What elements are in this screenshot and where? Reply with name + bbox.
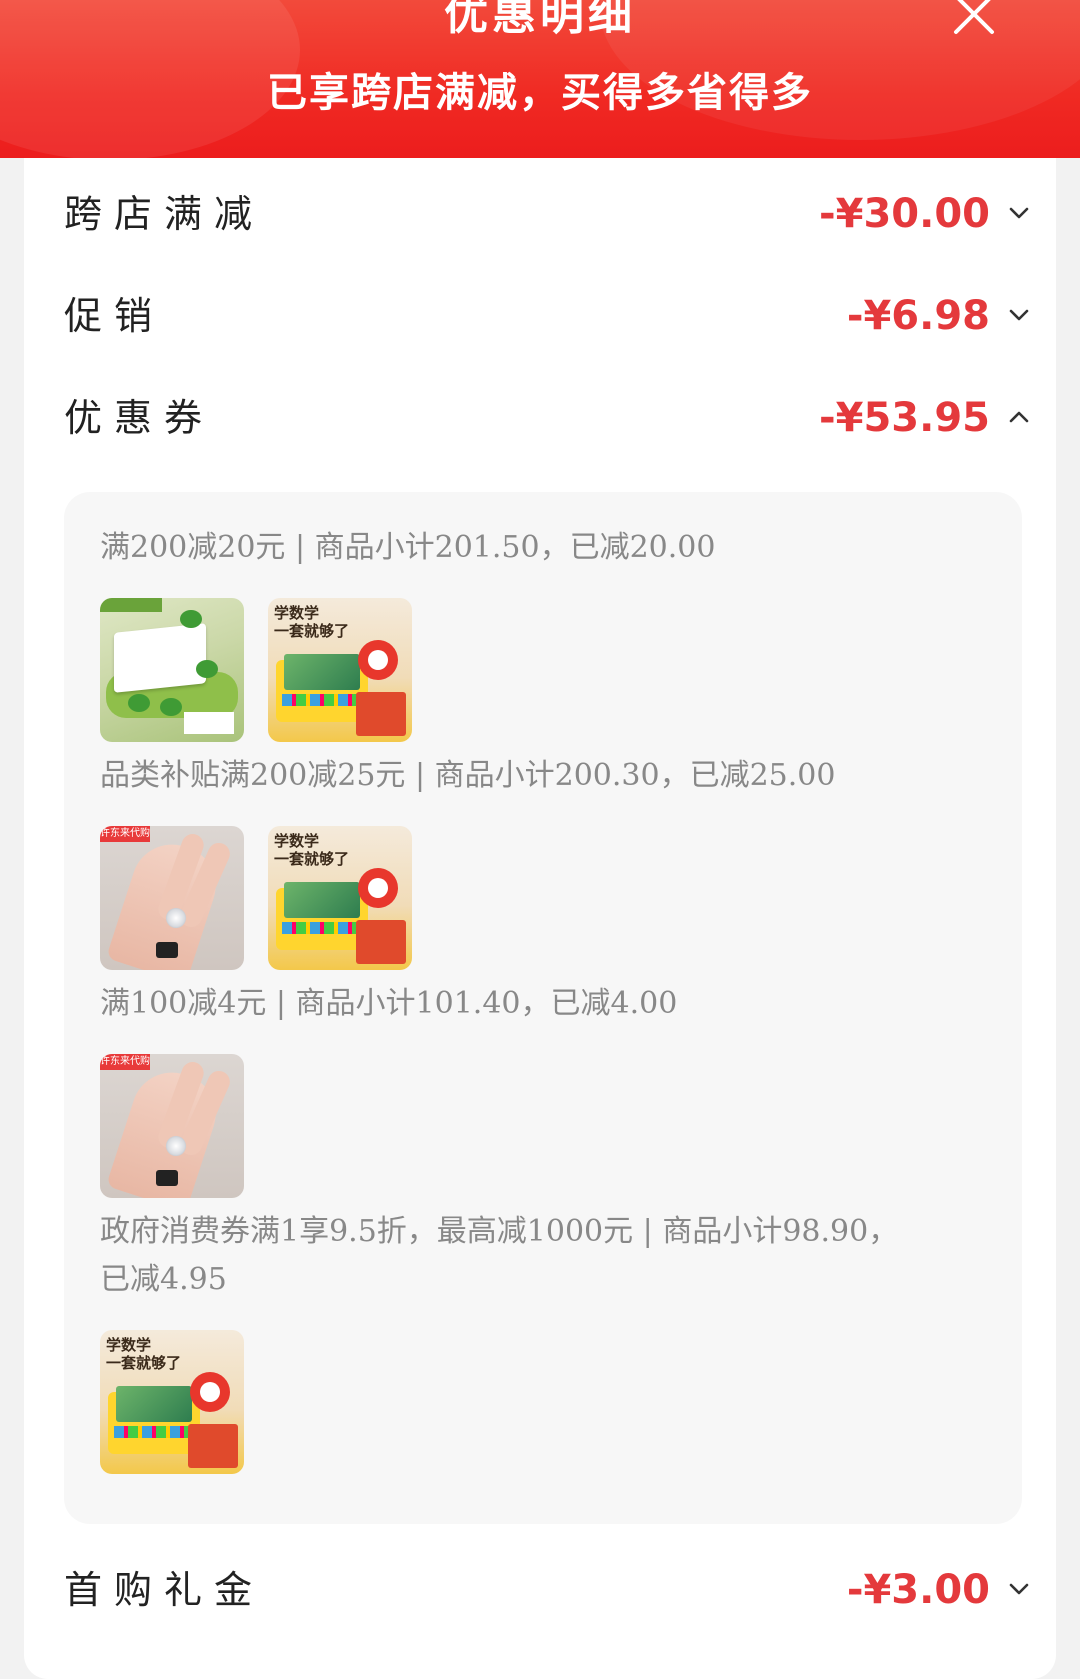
row-amount: -¥53.95: [819, 395, 990, 441]
toy-product-thumbnail[interactable]: [100, 598, 244, 742]
row-label: 首购礼金: [64, 1568, 265, 1612]
discount-detail-header: 优惠明细 已享跨店满减，买得多省得多: [0, 0, 1080, 158]
coupon-rule-text: 满100减4元 | 商品小计101.40，已减4.00: [100, 986, 678, 1021]
math-game-product-thumbnail[interactable]: 学数学 一套就够了: [268, 826, 412, 970]
row-promotion[interactable]: 促销 -¥6.98: [64, 276, 1034, 356]
chevron-down-icon[interactable]: [1004, 198, 1034, 228]
math-game-product-thumbnail[interactable]: 学数学 一套就够了: [268, 598, 412, 742]
row-amount: -¥30.00: [819, 191, 990, 237]
row-label: 促销: [64, 294, 165, 338]
math-game-product-thumbnail[interactable]: 学数学 一套就够了: [100, 1330, 244, 1474]
coupon-detail-panel: 满200减20元 | 商品小计201.50，已减20.00 学数学 一套就够了 …: [64, 492, 1022, 1524]
ring-product-thumbnail[interactable]: 许东来代购: [100, 826, 244, 970]
page-title: 优惠明细: [444, 0, 636, 40]
coupon-rule-text: 品类补贴满200减25元 | 商品小计200.30，已减25.00: [100, 758, 836, 793]
row-coupon[interactable]: 优惠券 -¥53.95: [64, 378, 1034, 458]
discount-detail-card: 跨店满减 -¥30.00 促销 -¥6.98 优惠券 -¥53.95 满200减…: [24, 158, 1056, 1679]
chevron-down-icon[interactable]: [1004, 300, 1034, 330]
row-amount: -¥6.98: [846, 293, 990, 339]
coupon-rule-text: 满200减20元 | 商品小计201.50，已减20.00: [100, 530, 716, 565]
chevron-up-icon[interactable]: [1004, 402, 1034, 432]
page-subtitle: 已享跨店满减，买得多省得多: [267, 70, 813, 116]
chevron-down-icon[interactable]: [1004, 1574, 1034, 1604]
row-amount: -¥3.00: [846, 1567, 990, 1613]
row-label: 跨店满减: [64, 192, 265, 236]
row-first-purchase-gift[interactable]: 首购礼金 -¥3.00: [64, 1550, 1034, 1630]
ring-product-thumbnail[interactable]: 许东来代购: [100, 1054, 244, 1198]
close-icon: [954, 0, 994, 34]
coupon-rule-text: 已减4.95: [100, 1262, 227, 1297]
row-cross-store-discount[interactable]: 跨店满减 -¥30.00: [64, 174, 1034, 254]
coupon-rule-text: 政府消费券满1享9.5折，最高减1000元 | 商品小计98.90，: [100, 1214, 899, 1249]
row-label: 优惠券: [64, 396, 215, 440]
close-button[interactable]: [950, 0, 998, 38]
